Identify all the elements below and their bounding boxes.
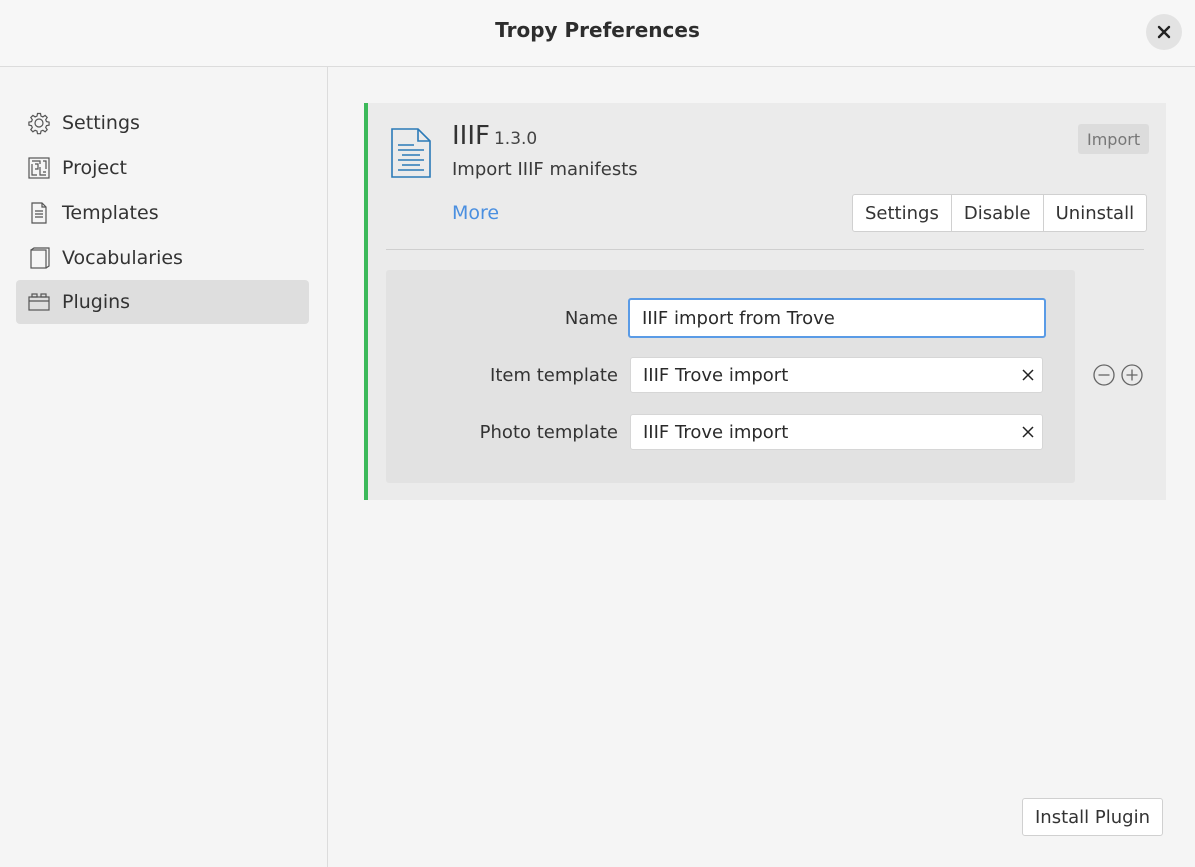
sidebar: Settings Project Templates Vocabularies bbox=[0, 67, 328, 867]
item-template-value: IIIF Trove import bbox=[643, 364, 789, 386]
plugin-title: IIIF 1.3.0 bbox=[452, 121, 537, 151]
maze-icon bbox=[26, 155, 52, 181]
item-template-label: Item template bbox=[490, 365, 618, 386]
plugins-pane: IIIF 1.3.0 Import IIIF manifests More Imp… bbox=[328, 67, 1195, 867]
clear-icon[interactable] bbox=[1014, 426, 1042, 438]
uninstall-button[interactable]: Uninstall bbox=[1044, 195, 1146, 231]
photo-template-label: Photo template bbox=[479, 422, 618, 443]
gear-icon bbox=[26, 110, 52, 136]
close-button[interactable] bbox=[1146, 14, 1182, 50]
sidebar-item-templates[interactable]: Templates bbox=[16, 191, 309, 235]
plugin-actions: Settings Disable Uninstall bbox=[852, 194, 1148, 232]
sidebar-item-label: Settings bbox=[62, 112, 140, 134]
window-title: Tropy Preferences bbox=[495, 18, 700, 42]
close-icon bbox=[1157, 25, 1171, 39]
disable-button[interactable]: Disable bbox=[952, 195, 1044, 231]
photo-template-value: IIIF Trove import bbox=[643, 421, 789, 443]
plugin-config: Name IIIF import from Trove Item templat… bbox=[386, 270, 1075, 483]
divider bbox=[386, 249, 1144, 250]
plugin-name: IIIF bbox=[452, 121, 490, 151]
more-link[interactable]: More bbox=[452, 202, 499, 224]
plugin-version: 1.3.0 bbox=[493, 129, 538, 149]
plugin-type-badge: Import bbox=[1078, 124, 1150, 154]
clear-icon[interactable] bbox=[1014, 369, 1042, 381]
book-icon bbox=[26, 245, 52, 271]
sidebar-item-settings[interactable]: Settings bbox=[16, 101, 309, 145]
sidebar-item-plugins[interactable]: Plugins bbox=[16, 280, 309, 324]
photo-template-select[interactable]: IIIF Trove import bbox=[630, 414, 1043, 450]
sidebar-item-label: Project bbox=[62, 157, 128, 179]
document-icon bbox=[26, 200, 52, 226]
sidebar-item-label: Plugins bbox=[62, 291, 131, 313]
plugin-icon bbox=[26, 289, 52, 315]
sidebar-item-vocabularies[interactable]: Vocabularies bbox=[16, 236, 309, 280]
name-label: Name bbox=[564, 308, 618, 329]
plugin-document-icon bbox=[391, 128, 431, 178]
plugin-card: IIIF 1.3.0 Import IIIF manifests More Imp… bbox=[364, 103, 1166, 500]
install-plugin-button[interactable]: Install Plugin bbox=[1022, 798, 1164, 836]
settings-button[interactable]: Settings bbox=[853, 195, 952, 231]
title-bar: Tropy Preferences bbox=[0, 0, 1195, 67]
sidebar-item-label: Vocabularies bbox=[62, 247, 183, 269]
item-template-select[interactable]: IIIF Trove import bbox=[630, 357, 1043, 393]
name-value: IIIF import from Trove bbox=[642, 307, 835, 329]
sidebar-item-project[interactable]: Project bbox=[16, 146, 309, 190]
sidebar-item-label: Templates bbox=[62, 202, 159, 224]
add-config-icon[interactable] bbox=[1121, 364, 1143, 386]
name-field[interactable]: IIIF import from Trove bbox=[628, 298, 1046, 338]
remove-config-icon[interactable] bbox=[1093, 364, 1115, 386]
plugin-description: Import IIIF manifests bbox=[452, 159, 638, 180]
